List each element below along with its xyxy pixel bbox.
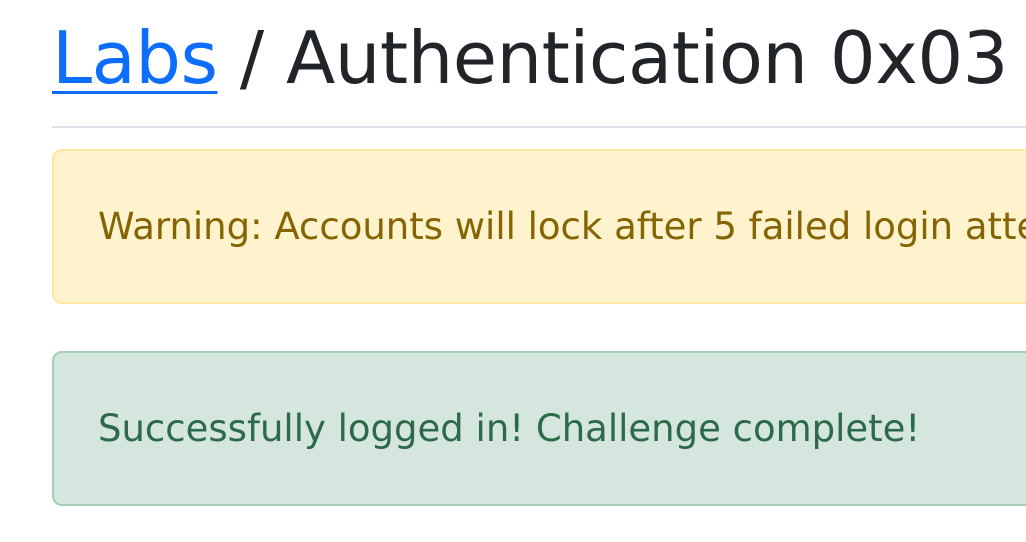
- success-alert: Successfully logged in! Challenge comple…: [52, 351, 1026, 506]
- success-alert-text: Successfully logged in! Challenge comple…: [98, 406, 921, 450]
- warning-alert: Warning: Accounts will lock after 5 fail…: [52, 149, 1026, 304]
- breadcrumb-labs-link[interactable]: Labs: [52, 16, 218, 100]
- title-divider: [52, 126, 1026, 128]
- warning-alert-text: Warning: Accounts will lock after 5 fail…: [98, 204, 1026, 248]
- page-title-text: Authentication 0x03: [285, 16, 1008, 100]
- page-title: Labs / Authentication 0x03: [52, 8, 1008, 108]
- breadcrumb-separator: /: [217, 16, 286, 100]
- page: Labs / Authentication 0x03 Warning: Acco…: [0, 0, 1026, 542]
